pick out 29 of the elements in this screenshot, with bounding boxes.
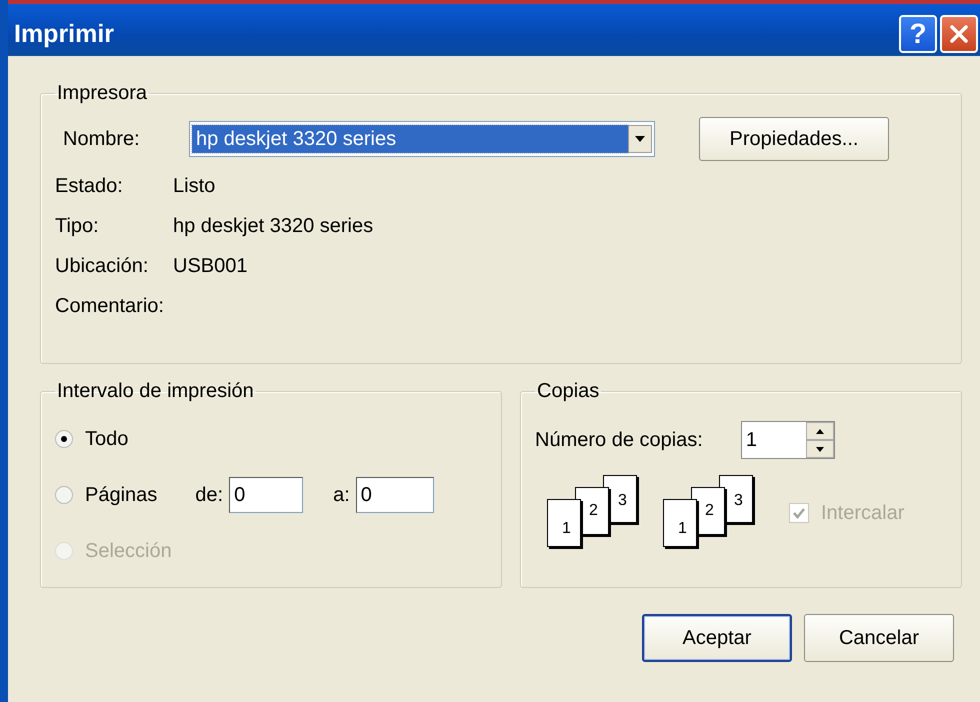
properties-button[interactable]: Propiedades...	[699, 117, 889, 161]
info-value: hp deskjet 3320 series	[173, 215, 374, 238]
radio-icon[interactable]	[55, 430, 73, 448]
to-page-field[interactable]: 0	[356, 477, 434, 513]
info-value: Listo	[173, 175, 216, 198]
dialog-button[interactable]: Aceptar	[642, 614, 792, 662]
group-title: Impresora	[56, 82, 148, 105]
info-label: Ubicación:	[55, 255, 150, 278]
radio-option[interactable]: Todo	[55, 428, 128, 450]
info-label: Estado:	[55, 175, 124, 198]
close-button[interactable]	[940, 15, 978, 53]
radio-icon[interactable]	[55, 486, 73, 504]
group-title: Copias	[536, 380, 600, 403]
group-title: Intervalo de impresión	[56, 380, 255, 403]
copies-label: Número de copias:	[535, 428, 703, 452]
from-label: de:	[195, 484, 224, 506]
info-label: Comentario:	[55, 295, 165, 318]
printer-dropdown[interactable]: hp deskjet 3320 series	[189, 121, 655, 157]
info-value: USB001	[173, 255, 248, 278]
from-page-field[interactable]: 0	[229, 477, 304, 513]
copies-spinner[interactable]: 1	[740, 421, 835, 459]
close-icon[interactable]	[948, 23, 970, 45]
info-label: Tipo:	[55, 215, 100, 238]
to-label: a:	[333, 484, 350, 506]
name-label: Nombre:	[62, 128, 141, 150]
radio-option[interactable]: Páginas	[55, 484, 158, 506]
dialog-button[interactable]: Cancelar	[804, 614, 954, 662]
help-button[interactable]: ?	[899, 15, 937, 53]
window-title: Imprimir	[13, 20, 114, 48]
